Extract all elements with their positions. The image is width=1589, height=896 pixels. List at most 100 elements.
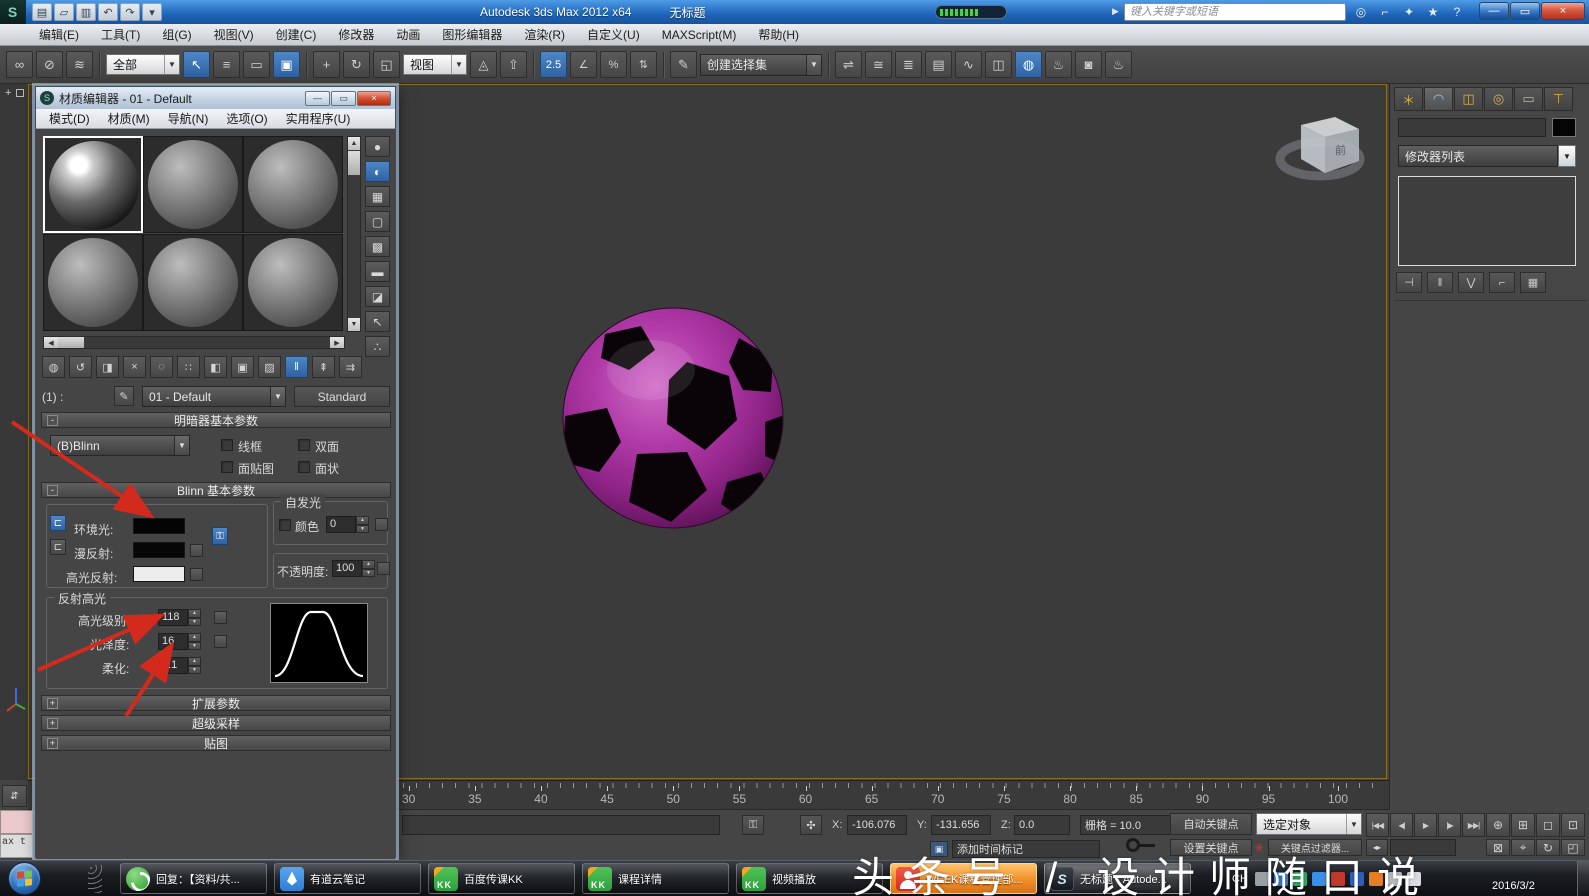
diffuse-specular-lock-left-icon[interactable]: ⊏ xyxy=(50,539,66,555)
eyedropper-icon[interactable]: ✎ xyxy=(114,386,134,406)
spinner-up-icon[interactable]: ▲ xyxy=(188,609,201,618)
material-editor-window-button[interactable]: — xyxy=(305,90,330,106)
spinner-up-icon[interactable]: ▲ xyxy=(188,657,201,666)
reference-coordinate-dropdown[interactable]: 视图 ▼ xyxy=(403,54,467,75)
command-panel-tab-icon[interactable]: ◠ xyxy=(1424,87,1453,111)
quick-access-icon[interactable]: ▱ xyxy=(54,3,74,21)
scroll-left-icon[interactable]: ◀ xyxy=(44,337,58,348)
clock-date[interactable]: 2016/3/2 xyxy=(1492,880,1535,892)
sample-slot-tool-icon[interactable]: ↖ xyxy=(365,311,390,332)
object-name-field[interactable] xyxy=(1398,118,1546,137)
ambient-diffuse-lock-left-icon[interactable]: ⊏ xyxy=(50,515,66,531)
rollout-blinn-basic-params[interactable]: - Blinn 基本参数 xyxy=(41,482,391,498)
viewport-menu-icon[interactable] xyxy=(16,89,25,97)
material-tool-icon[interactable]: ∷ xyxy=(177,356,200,378)
playback-button-icon[interactable]: |◀◀ xyxy=(1366,813,1389,837)
opacity-value[interactable]: 100 xyxy=(332,560,362,577)
material-editor-window-button[interactable]: ▭ xyxy=(331,90,356,106)
quick-access-icon[interactable]: ↶ xyxy=(98,3,118,21)
material-type-button[interactable]: Standard xyxy=(294,386,390,407)
sample-slot-tool-icon[interactable]: ▢ xyxy=(365,211,390,232)
sample-slot-tool-icon[interactable]: ◪ xyxy=(365,286,390,307)
maxscript-mini-listener-pink[interactable] xyxy=(0,810,33,834)
menu-item[interactable]: 工具(T) xyxy=(90,24,151,46)
window-control-button[interactable]: × xyxy=(1541,2,1585,20)
material-tool-icon[interactable]: ↺ xyxy=(69,356,92,378)
menu-item[interactable]: 渲染(R) xyxy=(513,24,576,46)
maxscript-mini-listener[interactable]: ax t xyxy=(0,834,33,858)
sample-slot[interactable] xyxy=(143,234,243,331)
glossiness-spinner[interactable]: 16 ▲ ▼ xyxy=(158,633,201,650)
menu-item[interactable]: 视图(V) xyxy=(203,24,265,46)
taskbar-item[interactable]: 有道云笔记 xyxy=(274,863,421,894)
infocenter-icon[interactable]: ⌐ xyxy=(1376,3,1394,21)
self-illum-color-checkbox[interactable] xyxy=(279,519,291,531)
specular-level-map-button[interactable] xyxy=(214,611,227,624)
sample-slot[interactable] xyxy=(243,234,343,331)
render-tool-icon[interactable]: ∿ xyxy=(955,51,982,78)
render-tool-icon[interactable]: ◍ xyxy=(1015,51,1042,78)
taskbar-item[interactable]: KK 百度传课KK xyxy=(428,863,575,894)
window-control-button[interactable]: — xyxy=(1479,2,1509,20)
infocenter-icon[interactable]: ◎ xyxy=(1352,3,1370,21)
spinner-down-icon[interactable]: ▼ xyxy=(356,524,369,533)
playback-button-icon[interactable]: ▶▶| xyxy=(1462,813,1485,837)
collapse-icon[interactable]: - xyxy=(47,485,58,496)
viewport-corner-label[interactable]: + xyxy=(5,87,25,99)
material-tool-icon[interactable]: ⇞ xyxy=(312,356,335,378)
lock-colors-icon[interactable]: ⚿ xyxy=(212,527,228,545)
material-editor-menu-item[interactable]: 实用程序(U) xyxy=(277,110,360,127)
selection-lock-toggle[interactable]: ⚿ xyxy=(742,815,764,835)
select-tool-icon[interactable]: ↖ xyxy=(183,51,210,78)
named-selection-set-combo[interactable]: 创建选择集 ▼ xyxy=(700,53,822,76)
render-tool-icon[interactable]: ▤ xyxy=(925,51,952,78)
taskbar-item[interactable]: 回复：【资料/共... xyxy=(120,863,267,894)
transform-typein-icon[interactable]: ✣ xyxy=(800,815,822,835)
spinner-down-icon[interactable]: ▼ xyxy=(188,617,201,626)
expand-icon[interactable]: + xyxy=(47,698,58,709)
sample-slot-tool-icon[interactable]: ● xyxy=(365,136,390,157)
spinner-up-icon[interactable]: ▲ xyxy=(188,633,201,642)
viewport-nav-icon[interactable]: ⌖ xyxy=(1511,839,1535,856)
modifier-list-dropdown[interactable]: 修改器列表 xyxy=(1398,145,1558,167)
menu-item[interactable]: 编辑(E) xyxy=(28,24,90,46)
infocenter-expander-icon[interactable]: ▶ xyxy=(1112,6,1119,17)
soccer-ball-object[interactable] xyxy=(559,304,787,532)
viewport-nav-icon[interactable]: ⊞ xyxy=(1511,813,1535,837)
menu-item[interactable]: 创建(C) xyxy=(265,24,328,46)
collapse-icon[interactable]: - xyxy=(47,415,58,426)
material-tool-icon[interactable]: × xyxy=(123,356,146,378)
menu-item[interactable]: MAXScript(M) xyxy=(651,24,748,46)
viewport-nav-icon[interactable]: ⊕ xyxy=(1486,813,1510,837)
trackbar-toggle-icon[interactable]: ⇵ xyxy=(2,785,27,807)
face-map-checkbox[interactable] xyxy=(221,461,233,473)
wire-checkbox[interactable] xyxy=(221,439,233,451)
self-illum-value[interactable]: 0 xyxy=(326,516,356,533)
glossiness-map-button[interactable] xyxy=(214,635,227,648)
menu-item[interactable]: 图形编辑器 xyxy=(431,24,513,46)
sample-slot-tool-icon[interactable]: ▬ xyxy=(365,261,390,282)
sample-slot-selected[interactable] xyxy=(43,136,143,233)
quick-access-icon[interactable]: ▤ xyxy=(32,3,52,21)
spinner-down-icon[interactable]: ▼ xyxy=(188,641,201,650)
sample-slot-tool-icon[interactable]: ∴ xyxy=(365,336,390,357)
spinner-up-icon[interactable]: ▲ xyxy=(356,516,369,525)
slot-horizontal-scrollbar[interactable]: ◀ ▶ xyxy=(43,336,345,349)
infocenter-icon[interactable]: ★ xyxy=(1424,3,1442,21)
material-tool-icon[interactable]: ◌ xyxy=(150,356,173,378)
object-color-swatch[interactable] xyxy=(1552,118,1576,137)
modifier-stack-button-icon[interactable]: ▦ xyxy=(1520,272,1546,293)
quick-access-icon[interactable]: ▾ xyxy=(142,3,162,21)
select-tool-icon[interactable]: ▣ xyxy=(273,51,300,78)
z-coord-field[interactable]: 0.0 xyxy=(1014,815,1070,835)
modifier-stack-button-icon[interactable]: ⋁ xyxy=(1458,272,1484,293)
specular-level-spinner[interactable]: 118 ▲ ▼ xyxy=(158,609,201,626)
spinner-down-icon[interactable]: ▼ xyxy=(188,665,201,674)
show-desktop-button[interactable] xyxy=(1577,861,1589,896)
quick-access-icon[interactable]: ▥ xyxy=(76,3,96,21)
soften-spinner[interactable]: 0.1 ▲ ▼ xyxy=(158,657,201,674)
command-panel-tab-icon[interactable]: ◫ xyxy=(1454,87,1483,111)
material-tool-icon[interactable]: ▨ xyxy=(258,356,281,378)
shader-type-dropdown[interactable]: (B)Blinn ▼ xyxy=(50,435,190,456)
pivot-tool-icon[interactable]: ⇧ xyxy=(500,51,527,78)
